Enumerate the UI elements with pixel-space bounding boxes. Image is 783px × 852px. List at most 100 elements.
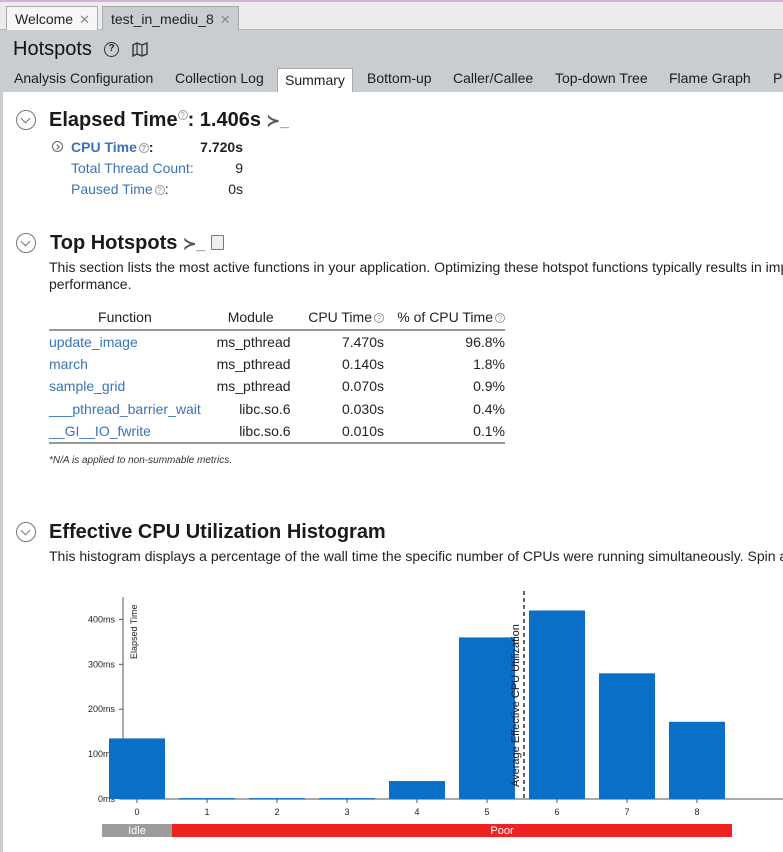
histogram-bar (389, 781, 445, 799)
help-icon[interactable]: ? (177, 110, 188, 121)
collapse-histogram-icon[interactable] (16, 522, 36, 542)
terminal-icon[interactable]: ≻_ (183, 234, 205, 254)
tab-summary[interactable]: Summary (277, 68, 353, 92)
tab-result-label: test_in_mediu_8 (111, 11, 214, 27)
table-row: sample_grid ms_pthread 0.070s 0.9% (49, 375, 505, 398)
module-cell: libc.so.6 (239, 400, 291, 417)
x-tick-label: 6 (554, 807, 559, 817)
tab-top-down-tree[interactable]: Top-down Tree (555, 70, 648, 86)
module-cell: ms_pthread (216, 378, 291, 395)
histogram-bar (599, 673, 655, 799)
collapse-hotspots-icon[interactable] (16, 233, 36, 253)
table-row: update_image ms_pthread 7.470s 96.8% (49, 330, 505, 353)
cpu-time-cell: 0.140s (341, 355, 384, 372)
pct-cell: 0.4% (473, 400, 505, 417)
x-tick-label: 1 (204, 807, 209, 817)
tab-collection-log[interactable]: Collection Log (175, 70, 264, 86)
help-icon[interactable]: ? (138, 143, 149, 153)
average-utilization-label: Average Effective CPU Utilization (510, 624, 522, 787)
hotspots-description-cont: performance. (49, 276, 132, 292)
cpu-time-value: 7.720s (200, 139, 243, 155)
window-accent-line (0, 0, 783, 2)
histogram-bar (669, 721, 725, 799)
help-icon[interactable]: ? (154, 185, 165, 195)
close-icon[interactable]: ✕ (220, 12, 231, 27)
elapsed-time-value: : 1.406s (187, 109, 261, 131)
pct-cell: 96.8% (465, 333, 505, 350)
tab-welcome-label: Welcome (15, 11, 74, 27)
thread-count-value: 9 (235, 160, 243, 176)
help-icon[interactable]: ? (495, 312, 505, 323)
pct-cell: 0.9% (473, 378, 505, 395)
tab-bottom-up[interactable]: Bottom-up (367, 70, 432, 86)
paused-time-label: Paused Time?: (71, 181, 169, 197)
col-function[interactable]: Function (49, 308, 201, 331)
top-hotspots-title: Top Hotspots (50, 232, 178, 254)
hotspots-description: This section lists the most active funct… (49, 259, 783, 275)
function-link[interactable]: march (49, 353, 201, 376)
utilization-zone-bar (172, 824, 732, 837)
top-hotspots-heading: Top Hotspots ≻_ (50, 232, 224, 255)
hotspots-table: Function Module CPU Time? % of CPU Time?… (49, 308, 505, 444)
cpu-time-cell: 0.010s (300, 420, 386, 444)
x-tick-label: 4 (414, 807, 419, 817)
histogram-bar (109, 738, 165, 799)
close-icon[interactable]: ✕ (79, 12, 90, 27)
tab-platform-truncated[interactable]: P (773, 70, 782, 86)
histogram-bar (459, 637, 515, 799)
cpu-time-label[interactable]: CPU Time?: (71, 139, 154, 155)
map-icon[interactable] (131, 41, 149, 58)
document-tab-bar: Welcome ✕ test_in_mediu_8 ✕ (0, 0, 783, 30)
function-link[interactable]: update_image (49, 330, 201, 353)
table-footnote: *N/A is applied to non-summable metrics. (49, 455, 233, 466)
analysis-header: Hotspots ? Analysis Configuration Collec… (0, 30, 783, 92)
table-row: march ms_pthread 0.140s 1.8% (49, 353, 505, 376)
elapsed-time-heading: Elapsed Time?: 1.406s ≻_ (49, 109, 289, 132)
tab-caller-callee[interactable]: Caller/Callee (453, 70, 533, 86)
tab-test-in-mediu-8[interactable]: test_in_mediu_8 ✕ (102, 6, 239, 30)
table-row: ___pthread_barrier_wait libc.so.6 0.030s… (49, 398, 505, 421)
x-tick-label: 5 (484, 807, 489, 817)
x-tick-label: 0 (134, 807, 139, 817)
collapse-elapsed-icon[interactable] (16, 110, 36, 130)
y-tick-label: 200ms (88, 704, 116, 714)
tab-analysis-configuration[interactable]: Analysis Configuration (14, 70, 153, 86)
function-link[interactable]: sample_grid (49, 375, 201, 398)
elapsed-time-title: Elapsed Time (49, 109, 178, 131)
col-pct-cpu-time[interactable]: % of CPU Time? (386, 308, 505, 331)
x-tick-label: 7 (624, 807, 629, 817)
cpu-time-cell: 7.470s (341, 333, 384, 350)
y-tick-label: 400ms (88, 614, 116, 624)
copy-icon[interactable] (210, 235, 224, 250)
y-axis-label: Elapsed Time (129, 604, 139, 659)
histogram-bar (529, 610, 585, 799)
expand-cpu-time-icon[interactable] (52, 141, 63, 152)
module-cell: ms_pthread (216, 355, 291, 372)
cpu-utilization-histogram: 0ms100ms200ms300ms400ms Elapsed Time0 1 2 3 4… (88, 591, 783, 837)
help-icon[interactable]: ? (104, 42, 119, 57)
summary-content: Elapsed Time?: 1.406s ≻_ CPU Time?: 7.72… (0, 92, 783, 852)
x-tick-label: 8 (694, 807, 699, 817)
col-cpu-time[interactable]: CPU Time? (300, 308, 386, 331)
module-cell: ms_pthread (216, 333, 291, 350)
pct-cell: 1.8% (473, 355, 505, 372)
help-icon[interactable]: ? (374, 312, 384, 323)
histogram-description: This histogram displays a percentage of … (49, 548, 783, 564)
y-tick-label: 300ms (88, 659, 116, 669)
utilization-zone-label: Idle (128, 825, 146, 837)
view-tabs: Analysis Configuration Collection Log Su… (0, 68, 783, 92)
tab-flame-graph[interactable]: Flame Graph (669, 70, 751, 86)
function-link[interactable]: ___pthread_barrier_wait (49, 398, 201, 421)
thread-count-label: Total Thread Count: (71, 160, 194, 176)
pct-cell: 0.1% (386, 420, 505, 444)
utilization-zone-label: Poor (490, 825, 514, 837)
tab-welcome[interactable]: Welcome ✕ (6, 6, 98, 30)
x-tick-label: 2 (274, 807, 279, 817)
histogram-title: Effective CPU Utilization Histogram (49, 521, 386, 543)
function-link[interactable]: __GI__IO_fwrite (49, 420, 201, 444)
page-title: Hotspots (13, 38, 92, 60)
terminal-icon[interactable]: ≻_ (267, 111, 289, 131)
cpu-time-cell: 0.070s (341, 378, 384, 395)
col-module[interactable]: Module (200, 308, 301, 331)
table-header-row: Function Module CPU Time? % of CPU Time? (49, 308, 505, 331)
